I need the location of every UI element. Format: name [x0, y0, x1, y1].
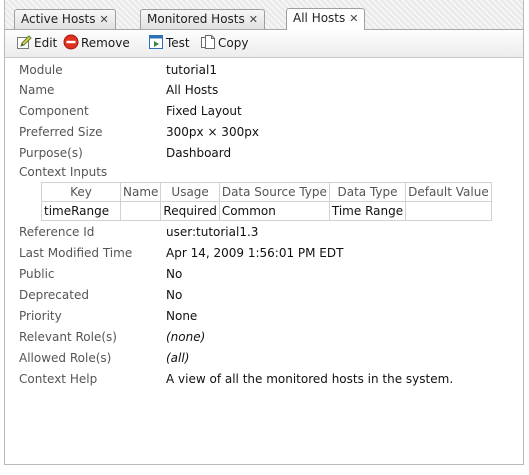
edit-icon [17, 35, 32, 49]
toolbar: Edit Remove Test Copy [5, 30, 523, 58]
prop-value: user:tutorial1.3 [166, 225, 259, 239]
tab-label: Active Hosts [21, 12, 96, 26]
test-label: Test [166, 36, 190, 50]
column-header-usage: Usage [160, 182, 220, 202]
prop-label: Priority [19, 309, 62, 323]
remove-label: Remove [81, 36, 130, 50]
tab-monitored-hosts[interactable]: Monitored Hosts ✕ [140, 9, 265, 29]
prop-value: Fixed Layout [166, 104, 242, 118]
cell-data-type: Time Range [328, 201, 407, 221]
edit-button[interactable]: Edit [16, 34, 57, 53]
cell-data-source-type: Common [218, 201, 330, 221]
prop-label: Relevant Role(s) [19, 330, 117, 344]
cell-key: timeRange [41, 201, 121, 221]
prop-label: Public [19, 267, 55, 281]
remove-button[interactable]: Remove [63, 34, 130, 53]
context-inputs-table: Key Name Usage Data Source Type Data Typ… [41, 182, 492, 221]
column-header-default-value: Default Value [405, 182, 492, 202]
tab-all-hosts[interactable]: All Hosts ✕ [286, 8, 366, 30]
prop-value: 300px × 300px [166, 125, 259, 139]
remove-icon [63, 34, 79, 50]
prop-value: (all) [166, 351, 190, 365]
prop-value: tutorial1 [166, 63, 217, 77]
prop-label: Preferred Size [19, 125, 103, 139]
copy-label: Copy [218, 36, 249, 50]
prop-label: Context Help [19, 372, 98, 386]
prop-label: Allowed Role(s) [19, 351, 112, 365]
close-icon[interactable]: ✕ [100, 13, 109, 26]
column-header-data-source-type: Data Source Type [218, 182, 330, 202]
column-header-name: Name [119, 182, 162, 202]
prop-label: Name [19, 83, 55, 97]
prop-label: Module [19, 63, 63, 77]
test-icon [149, 35, 163, 49]
test-button[interactable]: Test [148, 34, 190, 53]
prop-label: Last Modified Time [19, 246, 133, 260]
prop-label: Reference Id [19, 225, 95, 239]
prop-label: Component [19, 104, 89, 118]
copy-icon [201, 35, 215, 49]
prop-label: Purpose(s) [19, 146, 83, 160]
prop-label: Context Inputs [19, 165, 108, 179]
prop-value: None [166, 309, 198, 323]
copy-button[interactable]: Copy [200, 34, 248, 53]
prop-value: All Hosts [166, 83, 219, 97]
table-row: timeRange Required Common Time Range [41, 201, 492, 221]
prop-value: (none) [166, 330, 206, 344]
cell-default-value [405, 201, 492, 221]
prop-value: No [166, 288, 183, 302]
tab-active-hosts[interactable]: Active Hosts ✕ [14, 9, 116, 29]
cell-usage: Required [160, 201, 220, 221]
prop-value: A view of all the monitored hosts in the… [166, 372, 454, 386]
column-header-key: Key [41, 182, 121, 202]
close-icon[interactable]: ✕ [349, 12, 358, 25]
tab-label: All Hosts [293, 11, 346, 25]
details-panel: Active Hosts ✕ Monitored Hosts ✕ All Hosts… [4, 0, 524, 465]
column-header-data-type: Data Type [328, 182, 407, 202]
tab-bar: Active Hosts ✕ Monitored Hosts ✕ All Hosts… [5, 0, 523, 30]
table-header-row: Key Name Usage Data Source Type Data Typ… [41, 182, 492, 202]
cell-name [119, 201, 162, 221]
prop-value: No [166, 267, 183, 281]
tab-label: Monitored Hosts [147, 12, 245, 26]
edit-label: Edit [34, 36, 58, 50]
prop-value: Apr 14, 2009 1:56:01 PM EDT [166, 246, 344, 260]
prop-label: Deprecated [19, 288, 89, 302]
close-icon[interactable]: ✕ [249, 13, 258, 26]
prop-value: Dashboard [166, 146, 232, 160]
